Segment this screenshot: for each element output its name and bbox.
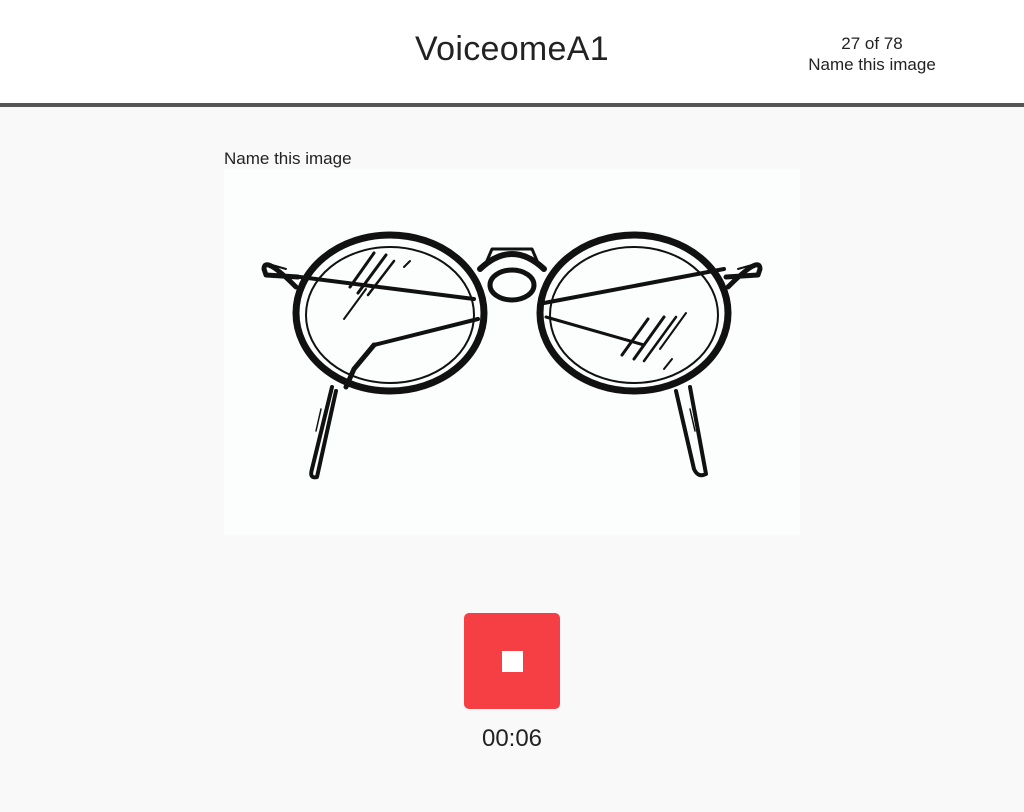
header-bar: VoiceomeA1 27 of 78 Name this image xyxy=(0,0,1024,107)
progress-indicator: 27 of 78 Name this image xyxy=(802,33,942,75)
progress-counter: 27 of 78 xyxy=(841,34,903,53)
eyeglasses-illustration xyxy=(261,231,763,480)
recording-timer: 00:06 xyxy=(481,725,543,752)
stop-recording-button[interactable] xyxy=(464,613,560,709)
prompt-label: Name this image xyxy=(224,149,352,168)
prompt-image xyxy=(224,169,800,535)
task-name: Name this image xyxy=(808,55,936,74)
stop-icon xyxy=(502,651,523,672)
